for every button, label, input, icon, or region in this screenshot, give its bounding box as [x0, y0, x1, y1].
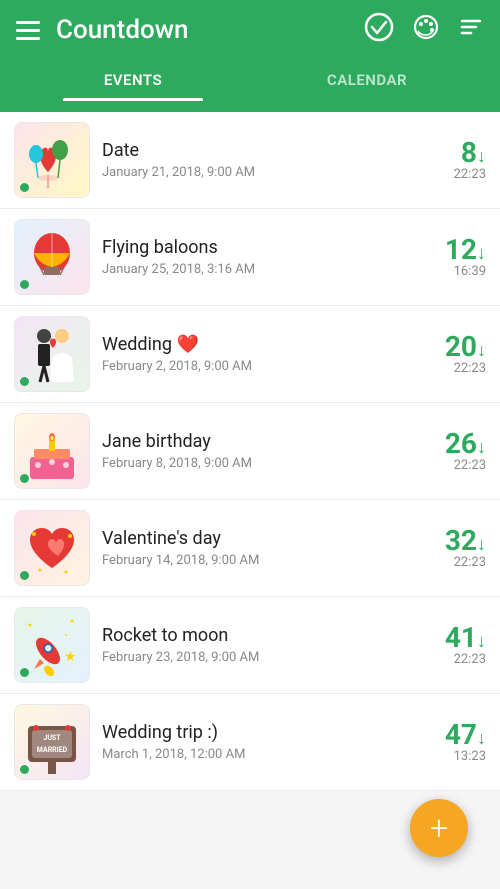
event-thumbnail [14, 413, 90, 489]
event-name: Wedding ❤️ [102, 334, 404, 355]
countdown-days: 47↓ [416, 721, 486, 749]
add-event-button[interactable]: + [410, 799, 468, 857]
event-info: Wedding ❤️ February 2, 2018, 9:00 AM [90, 334, 416, 374]
header-actions [364, 12, 484, 49]
event-date: January 21, 2018, 9:00 AM [102, 165, 404, 180]
countdown-time: 22:23 [416, 361, 486, 376]
event-thumbnail [14, 219, 90, 295]
countdown-days: 12↓ [416, 236, 486, 264]
event-date: February 23, 2018, 9:00 AM [102, 650, 404, 665]
event-date: February 8, 2018, 9:00 AM [102, 456, 404, 471]
list-item[interactable]: ★ Rocket to moon February 23, 2018, 9:00… [0, 597, 500, 694]
event-thumbnail: ★ [14, 607, 90, 683]
event-info: Wedding trip :) March 1, 2018, 12:00 AM [90, 722, 416, 762]
list-item[interactable]: Valentine's day February 14, 2018, 9:00 … [0, 500, 500, 597]
event-thumbnail [14, 316, 90, 392]
countdown-time: 16:39 [416, 264, 486, 279]
tab-calendar[interactable]: CALENDAR [250, 61, 484, 101]
event-countdown: 8↓ 22:23 [416, 139, 486, 182]
countdown-time: 13:23 [416, 749, 486, 764]
event-list: Date January 21, 2018, 9:00 AM 8↓ 22:23 … [0, 112, 500, 791]
list-item[interactable]: JUST MARRIED Wedding trip :) March 1, 20… [0, 694, 500, 791]
countdown-days: 41↓ [416, 624, 486, 652]
plus-icon: + [430, 812, 448, 844]
event-info: Flying baloons January 25, 2018, 3:16 AM [90, 237, 416, 277]
event-info: Date January 21, 2018, 9:00 AM [90, 140, 416, 180]
countdown-days: 32↓ [416, 527, 486, 555]
event-countdown: 20↓ 22:23 [416, 333, 486, 376]
event-date: February 14, 2018, 9:00 AM [102, 553, 404, 568]
event-thumbnail [14, 510, 90, 586]
countdown-time: 22:23 [416, 652, 486, 667]
countdown-days: 26↓ [416, 430, 486, 458]
list-item[interactable]: Flying baloons January 25, 2018, 3:16 AM… [0, 209, 500, 306]
app-header: Countdown [0, 0, 500, 112]
check-icon[interactable] [364, 12, 394, 49]
event-name: Jane birthday [102, 431, 404, 452]
event-date: March 1, 2018, 12:00 AM [102, 747, 404, 762]
list-item[interactable]: Date January 21, 2018, 9:00 AM 8↓ 22:23 [0, 112, 500, 209]
event-countdown: 26↓ 22:23 [416, 430, 486, 473]
event-thumbnail [14, 122, 90, 198]
event-name: Date [102, 140, 404, 161]
palette-icon[interactable] [412, 13, 440, 47]
countdown-time: 22:23 [416, 458, 486, 473]
tabs-bar: EVENTS CALENDAR [16, 61, 484, 101]
menu-icon[interactable] [16, 21, 40, 40]
countdown-days: 20↓ [416, 333, 486, 361]
event-info: Valentine's day February 14, 2018, 9:00 … [90, 528, 416, 568]
list-item[interactable]: Jane birthday February 8, 2018, 9:00 AM … [0, 403, 500, 500]
sort-icon[interactable] [458, 14, 484, 46]
countdown-days: 8↓ [416, 139, 486, 167]
event-name: Wedding trip :) [102, 722, 404, 743]
event-date: February 2, 2018, 9:00 AM [102, 359, 404, 374]
svg-text:MARRIED: MARRIED [37, 746, 68, 754]
event-thumbnail: JUST MARRIED [14, 704, 90, 780]
list-item[interactable]: Wedding ❤️ February 2, 2018, 9:00 AM 20↓… [0, 306, 500, 403]
event-countdown: 32↓ 22:23 [416, 527, 486, 570]
event-date: January 25, 2018, 3:16 AM [102, 262, 404, 277]
app-title: Countdown [56, 15, 364, 45]
tab-events[interactable]: EVENTS [16, 61, 250, 101]
event-name: Rocket to moon [102, 625, 404, 646]
header-top-row: Countdown [16, 12, 484, 49]
svg-text:★: ★ [64, 649, 77, 665]
svg-text:JUST: JUST [43, 734, 61, 742]
event-countdown: 12↓ 16:39 [416, 236, 486, 279]
event-info: Rocket to moon February 23, 2018, 9:00 A… [90, 625, 416, 665]
event-countdown: 47↓ 13:23 [416, 721, 486, 764]
event-name: Valentine's day [102, 528, 404, 549]
event-name: Flying baloons [102, 237, 404, 258]
event-countdown: 41↓ 22:23 [416, 624, 486, 667]
event-info: Jane birthday February 8, 2018, 9:00 AM [90, 431, 416, 471]
countdown-time: 22:23 [416, 555, 486, 570]
countdown-time: 22:23 [416, 167, 486, 182]
